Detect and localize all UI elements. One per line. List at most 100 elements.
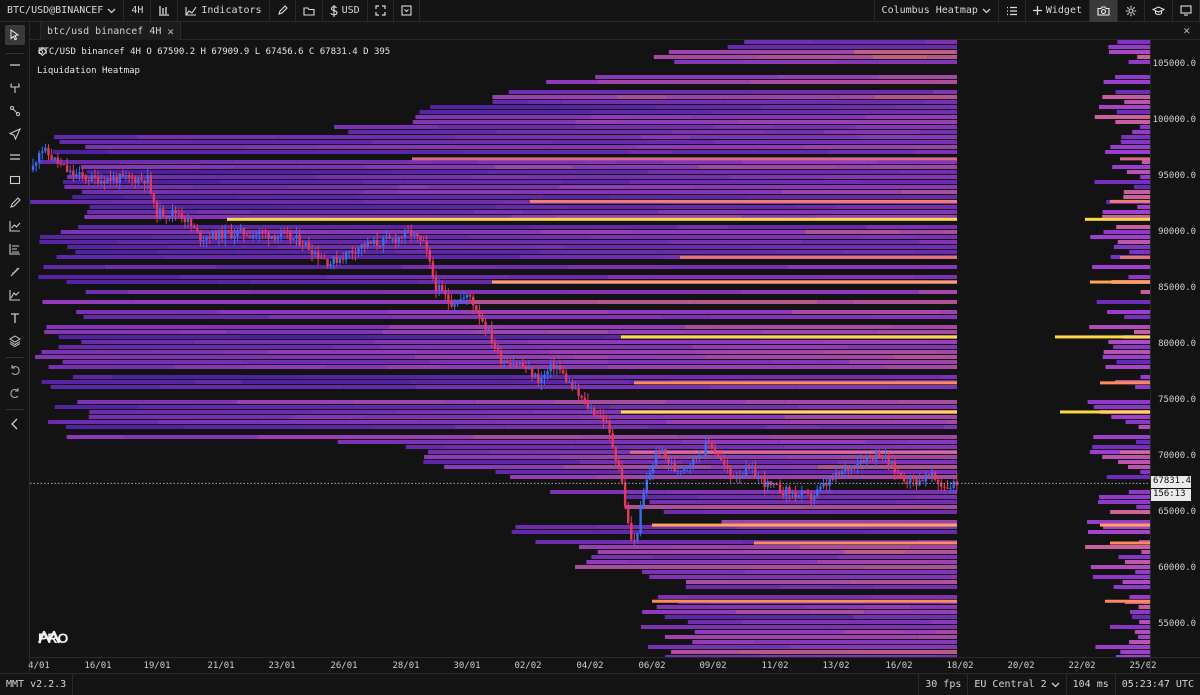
chart-pattern-tool[interactable] xyxy=(5,216,25,236)
candle-body xyxy=(124,175,128,177)
candle-body xyxy=(757,476,760,479)
indicators-button[interactable]: Indicators xyxy=(178,0,270,22)
candle-body xyxy=(887,455,890,465)
candle-body xyxy=(41,151,44,153)
candle-body xyxy=(239,228,242,231)
pitchfork-tool[interactable] xyxy=(5,78,25,98)
time-tick: 16/02 xyxy=(885,661,913,671)
candle-body xyxy=(782,493,785,496)
undo-icon xyxy=(11,365,20,376)
chart-tab[interactable]: btc/usd binancef 4H ✕ xyxy=(40,22,182,40)
candle-body xyxy=(695,456,698,460)
redo-button[interactable] xyxy=(5,383,25,403)
candle-body xyxy=(878,451,881,459)
parallel-channel-tool[interactable] xyxy=(5,147,25,167)
learn-button[interactable] xyxy=(1145,0,1173,22)
indicator-legend[interactable]: Liquidation Heatmap xyxy=(37,66,140,76)
version-label: MMT v2.2.3 xyxy=(0,674,74,695)
candle-body xyxy=(118,174,121,184)
candle-body xyxy=(53,157,56,161)
chart-line-icon xyxy=(9,221,21,232)
candle-body xyxy=(924,474,927,482)
candle-body xyxy=(661,448,664,453)
layout-button[interactable] xyxy=(394,0,420,22)
currency-button[interactable]: USD xyxy=(323,0,368,22)
candle-body xyxy=(282,232,286,234)
heatmap-selector[interactable]: Columbus Heatmap xyxy=(875,0,999,22)
candle-body xyxy=(614,447,617,461)
candle-body xyxy=(50,155,53,161)
trendline-tool[interactable] xyxy=(5,55,25,75)
chart-area[interactable]: BTC/USD binancef 4H O 67590.2 H 67909.9 … xyxy=(30,40,1150,657)
candle-body xyxy=(459,298,462,304)
candle-body xyxy=(865,455,869,463)
candle-body xyxy=(366,241,369,247)
time-axis[interactable]: 4/01 16/01 19/01 21/01 23/01 26/01 28/01 30/01 0… xyxy=(28,657,1157,673)
candle-body xyxy=(723,459,726,465)
fullscreen-button[interactable] xyxy=(368,0,394,22)
candle-body xyxy=(720,457,723,460)
toolbar-divider xyxy=(6,357,24,358)
settings-button[interactable] xyxy=(1118,0,1145,22)
candle-body xyxy=(943,486,946,488)
candle-body xyxy=(434,277,438,292)
add-widget-button[interactable]: Widget xyxy=(1026,0,1090,22)
candle-body xyxy=(357,248,360,254)
candle-body xyxy=(496,348,500,351)
time-tick: 4/01 xyxy=(28,661,50,671)
levels-icon xyxy=(9,244,20,255)
price-tick: 75000.0 xyxy=(1158,395,1196,405)
region-selector[interactable]: EU Central 2 xyxy=(967,674,1065,695)
candle-body xyxy=(741,474,745,477)
candle-body xyxy=(623,482,627,507)
candle-body xyxy=(927,474,931,476)
undo-button[interactable] xyxy=(5,360,25,380)
symbol-selector[interactable]: BTC/USD@BINANCEF xyxy=(0,0,125,22)
brush-icon xyxy=(10,197,21,208)
candle-body xyxy=(915,479,918,486)
app-window: BTC/USD@BINANCEF 4H Indicators USD Colum… xyxy=(0,0,1200,695)
layers-tool[interactable] xyxy=(5,331,25,351)
candle-body xyxy=(673,462,676,472)
candle-body xyxy=(670,462,673,464)
candle-body xyxy=(794,492,797,498)
timeframe-button[interactable]: 4H xyxy=(124,0,152,22)
close-icon[interactable]: ✕ xyxy=(1183,24,1190,37)
display-button[interactable] xyxy=(1173,0,1200,22)
rectangle-tool[interactable] xyxy=(5,170,25,190)
price-tick: 90000.0 xyxy=(1158,227,1196,237)
time-tick: 26/01 xyxy=(330,661,358,671)
candle-body xyxy=(490,328,493,343)
brush-tool[interactable] xyxy=(5,193,25,213)
candle-body xyxy=(654,451,658,465)
price-axis[interactable]: 105000.0 100000.0 95000.0 90000.0 85000.… xyxy=(1150,40,1200,657)
candle-body xyxy=(344,251,348,260)
fib-tool[interactable] xyxy=(5,239,25,259)
candle-body xyxy=(348,250,351,252)
candle-body xyxy=(778,484,782,494)
menu-button[interactable] xyxy=(999,0,1026,22)
arrow-tool[interactable] xyxy=(5,124,25,144)
candle-body xyxy=(592,408,596,416)
cursor-tool[interactable] xyxy=(5,25,25,45)
layouts-button[interactable] xyxy=(296,0,323,22)
candle-body xyxy=(174,209,177,214)
candle-body xyxy=(747,466,751,469)
drawing-button[interactable] xyxy=(270,0,296,22)
candle-body xyxy=(372,239,376,244)
utc-clock: 05:23:47 UTC xyxy=(1114,674,1200,695)
candle-body xyxy=(152,193,156,203)
text-tool[interactable] xyxy=(5,308,25,328)
collapse-toolbar-button[interactable] xyxy=(5,414,25,434)
candle-body xyxy=(760,476,763,478)
close-icon[interactable]: ✕ xyxy=(167,25,174,38)
candle-body xyxy=(360,244,363,249)
chart-type-button[interactable] xyxy=(151,0,179,22)
candle-body xyxy=(143,180,146,184)
candle-body xyxy=(685,466,689,468)
forecast-tool[interactable] xyxy=(5,285,25,305)
path-tool[interactable] xyxy=(5,101,25,121)
screenshot-button[interactable] xyxy=(1090,0,1118,22)
measure-tool[interactable] xyxy=(5,262,25,282)
toolbar-divider xyxy=(6,53,24,54)
